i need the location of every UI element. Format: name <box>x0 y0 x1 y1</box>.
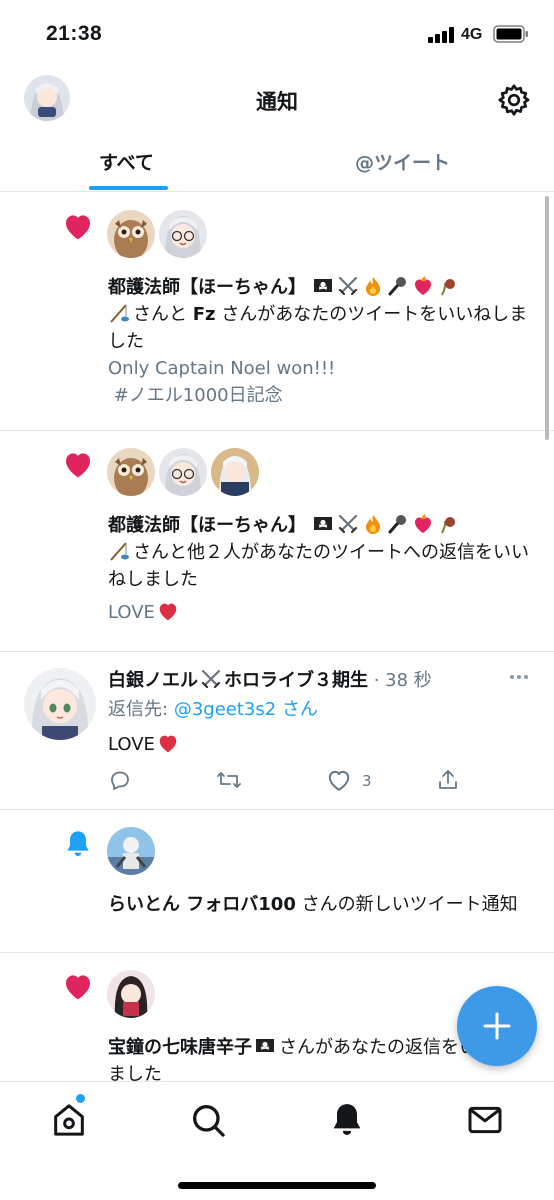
notification-item[interactable]: らいとん フォロバ100 さんの新しいツイート通知 <box>0 810 554 953</box>
girl-avatar[interactable] <box>107 970 155 1018</box>
pirate-flag-icon <box>312 513 334 535</box>
fire-icon <box>362 513 384 535</box>
compose-tweet-button[interactable] <box>457 986 537 1066</box>
notification-item[interactable]: 都護法師【ほーちゃん】 さんと他２人があなたのツイートへの返信をいいねしました … <box>0 431 554 652</box>
notification-feed[interactable]: 都護法師【ほーちゃん】 さんと Fz さんがあなたのツイートをいいねしました O… <box>0 193 554 1081</box>
fishing-pole-icon <box>108 540 130 562</box>
like-icon[interactable] <box>326 768 352 792</box>
actor-avatars <box>107 970 155 1018</box>
red-heart-icon <box>157 732 179 754</box>
tweet-body: LOVE <box>108 732 182 755</box>
more-options-icon[interactable] <box>509 674 529 680</box>
battery-icon <box>493 25 528 43</box>
red-heart-icon <box>157 600 179 622</box>
crossed-swords-icon <box>337 513 359 535</box>
like-count: 3 <box>362 772 372 790</box>
gear-icon[interactable] <box>496 82 532 118</box>
author-avatar[interactable] <box>24 668 96 740</box>
retweet-icon[interactable] <box>216 768 242 792</box>
search-icon[interactable] <box>188 1100 228 1140</box>
tweet-item[interactable]: 白銀ノエル ホロライブ３期生 · 38 秒 返信先: @3geet3s2 さん L… <box>0 652 554 810</box>
actor-avatars <box>107 210 207 258</box>
reply-handle-link[interactable]: @3geet3s2 <box>174 699 276 720</box>
heart-on-fire-icon <box>412 275 434 297</box>
status-bar: 21:38 4G <box>0 0 554 64</box>
network-label: 4G <box>461 26 483 43</box>
plus-icon <box>483 1012 511 1040</box>
owl-avatar[interactable] <box>107 448 155 496</box>
glasses-avatar[interactable] <box>159 448 207 496</box>
notification-item[interactable]: 都護法師【ほーちゃん】 さんと Fz さんがあなたのツイートをいいねしました O… <box>0 193 554 431</box>
heart-icon <box>66 975 90 1000</box>
notification-text: らいとん フォロバ100 さんの新しいツイート通知 <box>108 894 518 915</box>
bottom-navigation <box>0 1081 554 1200</box>
actor-avatars <box>107 448 259 496</box>
notifications-bell-icon[interactable] <box>327 1100 367 1140</box>
notification-text: 都護法師【ほーちゃん】 さんと他２人があなたのツイートへの返信をいいねしました <box>108 513 529 590</box>
wilted-rose-icon <box>437 513 459 535</box>
tab-all[interactable]: すべて <box>99 148 154 175</box>
notification-tabs: すべて @ツイート <box>0 134 554 192</box>
tab-mentions[interactable]: @ツイート <box>355 148 450 175</box>
tweet-header: 白銀ノエル ホロライブ３期生 · 38 秒 <box>108 668 432 691</box>
glasses-avatar[interactable] <box>159 210 207 258</box>
pirate-flag-icon <box>312 275 334 297</box>
owl-avatar[interactable] <box>107 210 155 258</box>
active-tab-indicator <box>89 186 168 190</box>
page-title: 通知 <box>256 90 298 114</box>
fishing-pole-icon <box>108 302 130 324</box>
microphone-icon <box>387 513 409 535</box>
home-icon[interactable] <box>49 1100 89 1140</box>
tweet-actions: 3 <box>108 768 468 798</box>
wilted-rose-icon <box>437 275 459 297</box>
home-unread-dot <box>76 1094 85 1103</box>
reply-to-line: 返信先: @3geet3s2 さん <box>108 699 318 720</box>
heart-on-fire-icon <box>412 513 434 535</box>
tweet-snippet: Only Captain Noel won!!! #ノエル1000日記念 <box>108 358 336 406</box>
crossed-swords-icon <box>337 275 359 297</box>
heart-icon <box>66 453 90 478</box>
scrollbar[interactable] <box>545 196 549 440</box>
home-indicator <box>178 1182 376 1189</box>
microphone-icon <box>387 275 409 297</box>
notification-text: 都護法師【ほーちゃん】 さんと Fz さんがあなたのツイートをいいねしました <box>108 275 528 352</box>
reply-icon[interactable] <box>108 768 132 792</box>
bell-icon <box>67 831 89 856</box>
messages-icon[interactable] <box>465 1100 505 1140</box>
actor-avatars <box>107 827 155 875</box>
pirate-flag-icon <box>254 1035 276 1057</box>
signal-icon <box>428 27 454 43</box>
header: 通知 <box>0 64 554 134</box>
share-icon[interactable] <box>436 768 460 792</box>
tweet-timestamp: 38 秒 <box>385 670 432 691</box>
fire-icon <box>362 275 384 297</box>
mecha-avatar[interactable] <box>107 827 155 875</box>
anime-avatar[interactable] <box>211 448 259 496</box>
status-time: 21:38 <box>46 22 103 45</box>
heart-icon <box>66 215 90 240</box>
crossed-swords-icon <box>200 668 222 690</box>
tweet-snippet: LOVE <box>108 599 533 626</box>
